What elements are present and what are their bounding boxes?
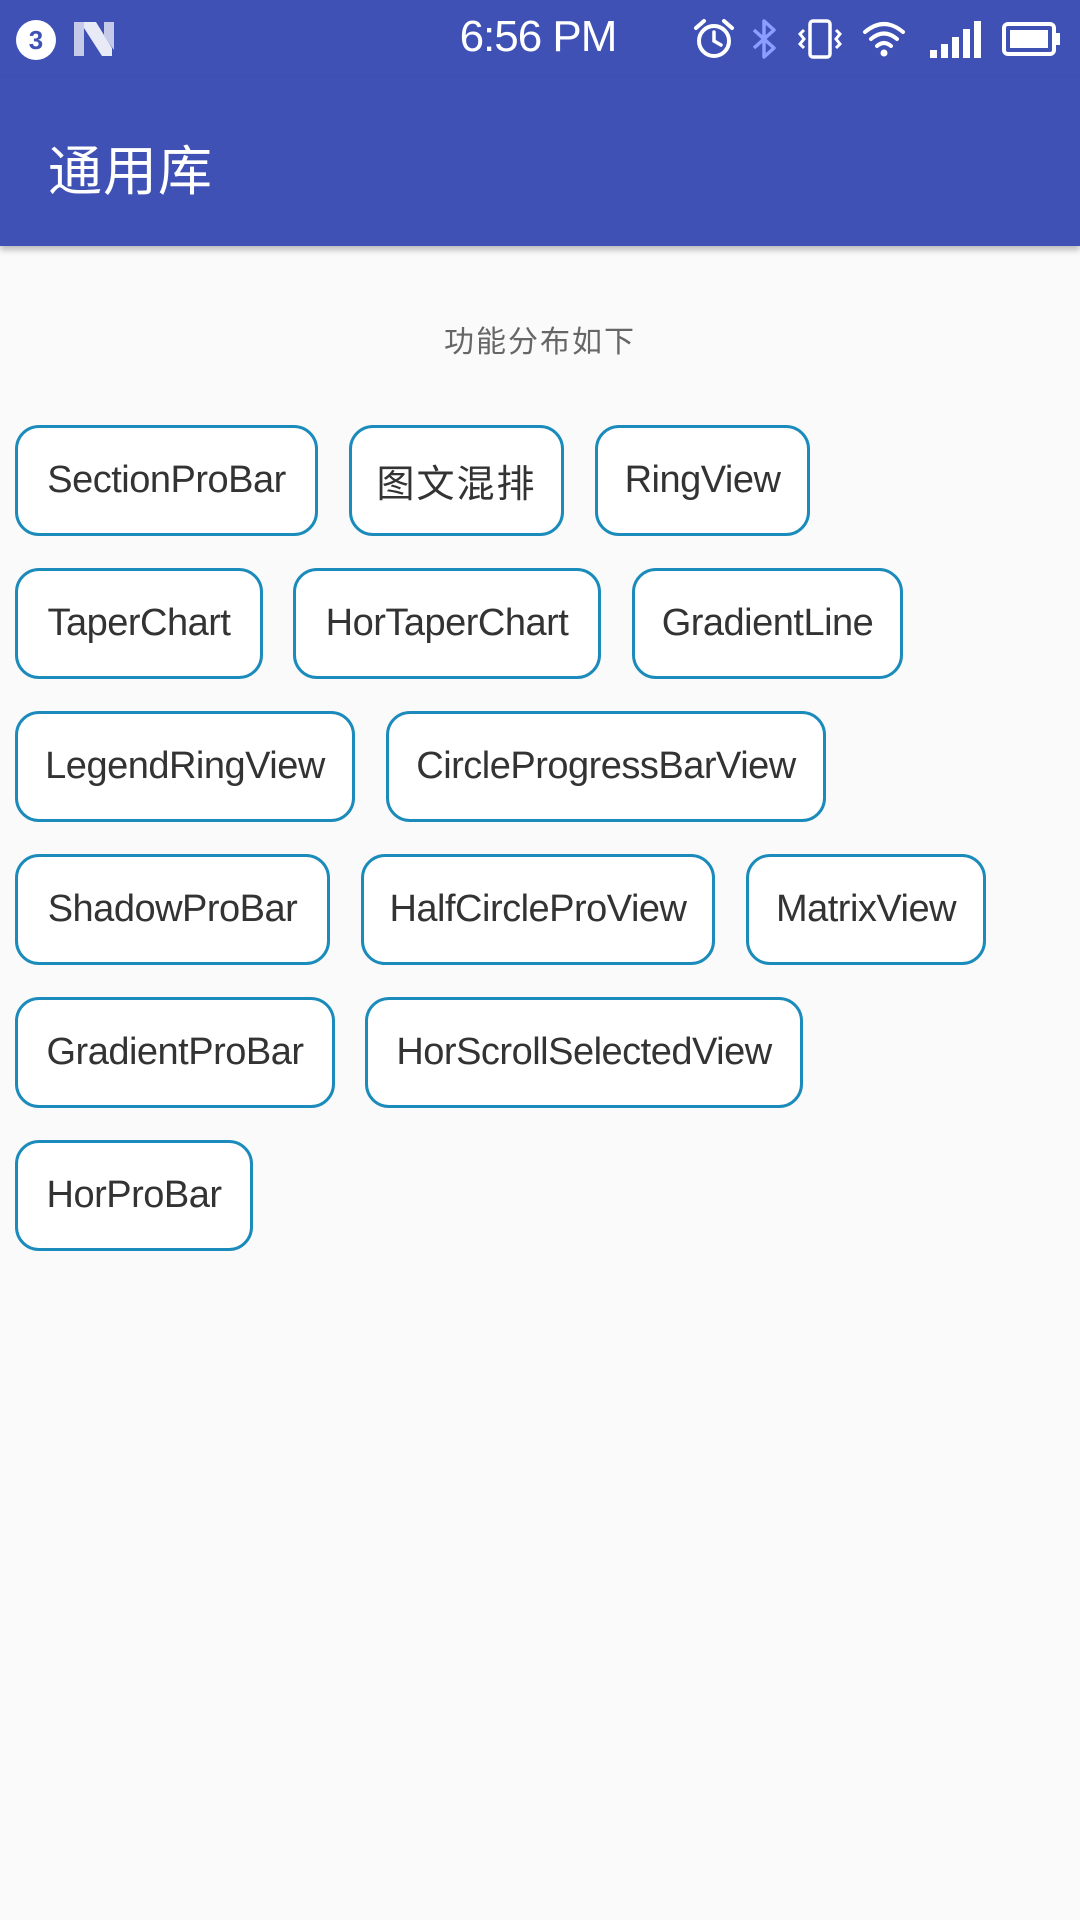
hor-scroll-selected-view-button[interactable]: HorScrollSelectedView bbox=[365, 997, 803, 1108]
status-time: 6:56 PM bbox=[459, 12, 618, 61]
gradient-line-button[interactable]: GradientLine bbox=[632, 568, 903, 679]
signal-icon bbox=[930, 21, 981, 58]
hor-pro-bar-button[interactable]: HorProBar bbox=[15, 1140, 253, 1251]
taper-chart-button[interactable]: TaperChart bbox=[15, 568, 263, 679]
bluetooth-icon bbox=[752, 19, 776, 59]
image-text-mix-button[interactable]: 图文混排 bbox=[349, 425, 564, 536]
section-subtitle: 功能分布如下 bbox=[444, 325, 636, 360]
gradient-pro-bar-button[interactable]: GradientProBar bbox=[15, 997, 335, 1108]
half-circle-pro-view-button[interactable]: HalfCircleProView bbox=[361, 854, 715, 965]
status-bar: 3 6:56 PM bbox=[0, 0, 1080, 77]
wifi-icon bbox=[863, 22, 905, 57]
battery-icon bbox=[1002, 22, 1060, 56]
hor-taper-chart-button[interactable]: HorTaperChart bbox=[293, 568, 601, 679]
app-toolbar: 通用库 bbox=[0, 77, 1080, 246]
ring-view-button[interactable]: RingView bbox=[595, 425, 810, 536]
section-pro-bar-button[interactable]: SectionProBar bbox=[15, 425, 318, 536]
toolbar-title: 通用库 bbox=[48, 140, 213, 203]
alarm-icon bbox=[694, 19, 734, 58]
circle-progress-bar-view-button[interactable]: CircleProgressBarView bbox=[386, 711, 826, 822]
matrix-view-button[interactable]: MatrixView bbox=[746, 854, 986, 965]
legend-ring-view-button[interactable]: LegendRingView bbox=[15, 711, 355, 822]
vibrate-icon bbox=[797, 19, 843, 59]
shadow-pro-bar-button[interactable]: ShadowProBar bbox=[15, 854, 330, 965]
